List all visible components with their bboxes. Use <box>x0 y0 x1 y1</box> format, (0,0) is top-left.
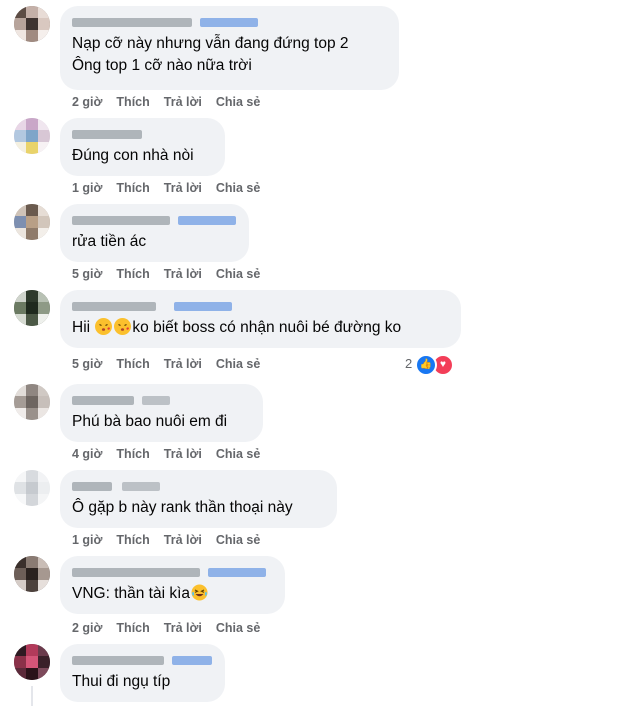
reaction-count: 2 <box>405 356 413 371</box>
comment-line: VNG: thần tài kìa <box>72 585 191 602</box>
like-reaction-icon: 👍 <box>415 354 437 376</box>
author-name[interactable] <box>72 392 251 408</box>
comment-actions: 2 giờ Thích Trả lời Chia sẻ <box>72 95 274 111</box>
like-button[interactable]: Thích <box>116 357 149 371</box>
author-name[interactable] <box>72 126 213 142</box>
comment-actions: 1 giờ Thích Trả lời Chia sẻ <box>72 533 274 549</box>
timestamp[interactable]: 1 giờ <box>72 181 102 195</box>
avatar[interactable] <box>14 204 50 240</box>
like-button[interactable]: Thích <box>116 95 149 109</box>
comment-line: Nạp cỡ này nhưng vẫn đang đứng top 2 <box>72 35 349 52</box>
avatar[interactable] <box>14 470 50 506</box>
like-button[interactable]: Thích <box>116 447 149 461</box>
like-button[interactable]: Thích <box>116 181 149 195</box>
comment-line: Ông top 1 cỡ nào nữa trời <box>72 57 252 74</box>
comment-text: Ô gặp b này rank thần thoại này <box>72 497 325 519</box>
share-button[interactable]: Chia sẻ <box>216 181 260 195</box>
comment-line: Phú bà bao nuôi em đi <box>72 413 228 430</box>
timestamp[interactable]: 2 giờ <box>72 95 102 109</box>
comment-bubble: Nạp cỡ này nhưng vẫn đang đứng top 2 Ông… <box>60 6 399 90</box>
comment-text: Đúng con nhà nòi <box>72 145 213 167</box>
reply-button[interactable]: Trả lời <box>164 357 202 371</box>
comment-bubble: Hii ko biết boss có nhận nuôi bé đường k… <box>60 290 461 348</box>
laugh-emoji-icon <box>191 584 208 601</box>
share-button[interactable]: Chia sẻ <box>216 621 260 635</box>
author-name[interactable] <box>72 298 449 314</box>
reply-button[interactable]: Trả lời <box>164 447 202 461</box>
timestamp[interactable]: 5 giờ <box>72 267 102 281</box>
comment-actions: 1 giờ Thích Trả lời Chia sẻ <box>72 181 274 197</box>
avatar[interactable] <box>14 384 50 420</box>
like-button[interactable]: Thích <box>116 621 149 635</box>
comment-line: Ô gặp b này rank thần thoại này <box>72 499 293 516</box>
avatar[interactable] <box>14 118 50 154</box>
comment-bubble: Phú bà bao nuôi em đi <box>60 384 263 442</box>
comment-bubble: Thui đi ngụ típ <box>60 644 225 702</box>
avatar[interactable] <box>14 6 50 42</box>
comment-actions: 2 giờ Thích Trả lời Chia sẻ <box>72 621 274 637</box>
comment-actions: 5 giờ Thích Trả lời Chia sẻ <box>72 267 274 283</box>
timestamp[interactable]: 1 giờ <box>72 533 102 547</box>
author-name[interactable] <box>72 652 213 668</box>
comment-text: Hii ko biết boss có nhận nuôi bé đường k… <box>72 317 449 339</box>
avatar[interactable] <box>14 290 50 326</box>
comment-line: ko biết boss có nhận nuôi bé đường ko <box>132 319 402 336</box>
comment-text: VNG: thần tài kìa <box>72 583 273 605</box>
like-button[interactable]: Thích <box>116 533 149 547</box>
timestamp[interactable]: 4 giờ <box>72 447 102 461</box>
share-button[interactable]: Chia sẻ <box>216 357 260 371</box>
comment-bubble: VNG: thần tài kìa <box>60 556 285 614</box>
comment-line: Đúng con nhà nòi <box>72 147 194 164</box>
author-name[interactable] <box>72 478 325 494</box>
comment-actions: 4 giờ Thích Trả lời Chia sẻ <box>72 447 274 463</box>
avatar[interactable] <box>14 556 50 592</box>
comment-actions: 5 giờ Thích Trả lời Chia sẻ <box>72 357 274 373</box>
comment-line: Hii <box>72 319 95 336</box>
reply-button[interactable]: Trả lời <box>164 95 202 109</box>
timestamp[interactable]: 2 giờ <box>72 621 102 635</box>
comment-text: Thui đi ngụ típ <box>72 671 213 693</box>
like-button[interactable]: Thích <box>116 267 149 281</box>
share-button[interactable]: Chia sẻ <box>216 447 260 461</box>
kiss-emoji-icon <box>114 318 132 335</box>
share-button[interactable]: Chia sẻ <box>216 533 260 547</box>
share-button[interactable]: Chia sẻ <box>216 267 260 281</box>
reply-button[interactable]: Trả lời <box>164 181 202 195</box>
comment-text: rửa tiền ác <box>72 231 237 253</box>
avatar[interactable] <box>14 644 50 680</box>
reply-button[interactable]: Trả lời <box>164 267 202 281</box>
comment-bubble: Ô gặp b này rank thần thoại này <box>60 470 337 528</box>
reply-button[interactable]: Trả lời <box>164 621 202 635</box>
comment-bubble: Đúng con nhà nòi <box>60 118 225 176</box>
comment-line: rửa tiền ác <box>72 233 147 250</box>
comment-bubble: rửa tiền ác <box>60 204 249 262</box>
share-button[interactable]: Chia sẻ <box>216 95 260 109</box>
kiss-emoji-icon <box>95 318 113 335</box>
comment-line: Thui đi ngụ típ <box>72 673 171 690</box>
author-name[interactable] <box>72 212 237 228</box>
comment-text: Phú bà bao nuôi em đi <box>72 411 251 433</box>
comment-text: Nạp cỡ này nhưng vẫn đang đứng top 2 Ông… <box>72 33 387 77</box>
timestamp[interactable]: 5 giờ <box>72 357 102 371</box>
reply-button[interactable]: Trả lời <box>164 533 202 547</box>
author-name[interactable] <box>72 564 273 580</box>
author-name[interactable] <box>72 14 387 30</box>
thread-line <box>31 686 33 706</box>
